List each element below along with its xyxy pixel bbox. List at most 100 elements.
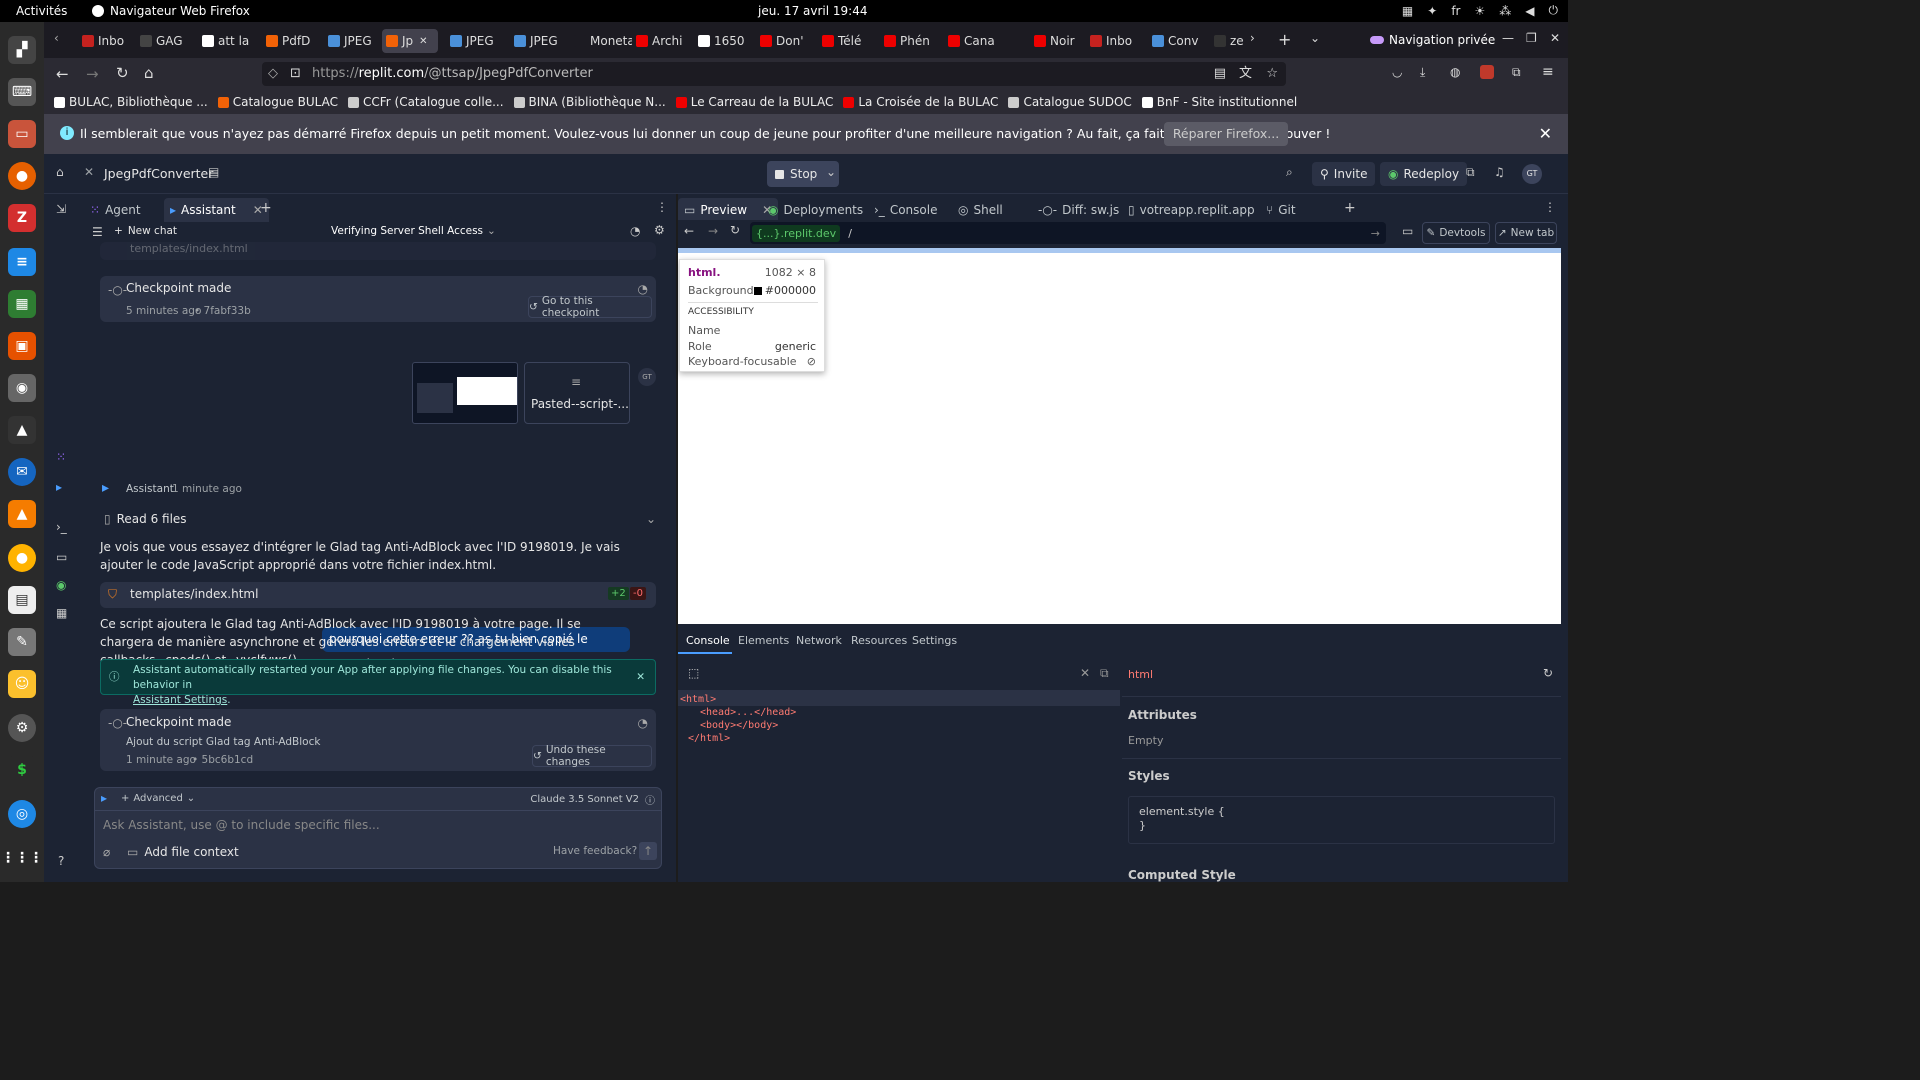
browser-tab[interactable]: Télé	[822, 29, 878, 53]
advanced-toggle[interactable]: + Advanced ⌄	[121, 793, 195, 804]
bookmark-item[interactable]: CCFr (Catalogue colle...	[347, 95, 504, 109]
panel-menu-icon[interactable]: ⋮	[1544, 200, 1556, 214]
url-input[interactable]: ◇ ⊡ https://replit.com/@ttsap/JpegPdfCon…	[262, 62, 1286, 86]
browser-tab[interactable]: att la	[202, 29, 260, 53]
bookmark-item[interactable]: BINA (Bibliothèque N...	[513, 95, 666, 109]
all-tools-icon[interactable]: ▦	[56, 606, 67, 620]
pasted-script-attachment[interactable]: ≡ Pasted--script-...	[524, 362, 630, 424]
thunderbird-icon[interactable]: ✉	[8, 458, 36, 486]
chat-list-icon[interactable]: ☰	[92, 225, 103, 239]
gimp-icon[interactable]: ◉	[8, 374, 36, 402]
shell-icon[interactable]: ›_	[56, 520, 67, 534]
browser-tab[interactable]: ze	[1214, 29, 1244, 53]
browser-tab[interactable]: Conv	[1152, 29, 1208, 53]
settings-gear-icon[interactable]: ⚙	[654, 223, 665, 237]
run-options-icon[interactable]: ⌄	[826, 165, 836, 179]
devtab-network[interactable]: Network	[796, 634, 842, 647]
close-tab-icon[interactable]: ✕	[419, 36, 427, 47]
app-menu[interactable]: Navigateur Web Firefox	[92, 4, 250, 18]
browser-tab[interactable]: JPEG	[450, 29, 506, 53]
bookmark-item[interactable]: BULAC, Bibliothèque ...	[54, 95, 208, 109]
devtab-console[interactable]: Console	[686, 634, 730, 647]
close-notification-icon[interactable]: ✕	[1539, 124, 1552, 143]
style-rule[interactable]: element.style { }	[1128, 796, 1555, 844]
sidebar-toggle-icon[interactable]: ⇲	[56, 202, 66, 216]
device-icon[interactable]: ▭	[1402, 224, 1413, 238]
browser-tab[interactable]: Inbo	[82, 29, 136, 53]
account-icon[interactable]: ◍	[1450, 65, 1460, 79]
selected-node-row[interactable]	[678, 690, 1120, 706]
tab-agent[interactable]: ⁙ Agent	[90, 198, 141, 222]
undo-changes-button[interactable]: ↺ Undo these changes	[532, 744, 652, 768]
read-files-toggle[interactable]: ▯ Read 6 files ⌄	[104, 512, 656, 526]
chrome-icon[interactable]: ◎	[8, 800, 36, 828]
reload-icon[interactable]: ↻	[730, 223, 740, 237]
panel-menu-icon[interactable]: ⋮	[656, 200, 668, 214]
paperclip-icon[interactable]: ⌀	[103, 845, 110, 859]
menu-icon[interactable]: ≡	[1542, 64, 1554, 80]
browser-tab[interactable]: JPEG	[514, 29, 570, 53]
workspace-icon[interactable]: ▞	[8, 36, 36, 64]
show-apps-icon[interactable]: ⋮⋮⋮	[1, 844, 43, 872]
rollback-icon[interactable]: ◔	[638, 716, 648, 730]
agent-icon[interactable]: ⁙	[56, 450, 66, 464]
bookmark-item[interactable]: Le Carreau de la BULAC	[675, 95, 833, 109]
tab-scroll-left-icon[interactable]: ‹	[54, 31, 59, 45]
system-tray[interactable]: ▦ ✦ fr ☀ ⁂ ◀ ⏻	[1402, 3, 1558, 18]
assistant-settings-link[interactable]: Assistant Settings	[133, 694, 227, 706]
rollback-icon[interactable]: ◔	[638, 282, 648, 296]
go-to-checkpoint-button[interactable]: ↺ Go to this checkpoint	[528, 295, 652, 319]
browser-tab[interactable]: Don'	[760, 29, 816, 53]
folder-icon[interactable]: ▭	[8, 120, 36, 148]
bookmark-star-icon[interactable]: ☆	[1266, 62, 1278, 86]
notifications-icon[interactable]: ♫	[1494, 165, 1505, 179]
assistant-icon[interactable]: ▸	[56, 480, 62, 494]
home-icon[interactable]: ⌂	[56, 165, 64, 179]
bookmark-item[interactable]: Catalogue SUDOC	[1008, 95, 1132, 109]
tab-scroll-right-icon[interactable]: ›	[1250, 31, 1255, 45]
go-icon[interactable]: →	[1371, 227, 1380, 240]
bookmark-item[interactable]: Catalogue BULAC	[217, 95, 338, 109]
tab-assistant[interactable]: ▸ Assistant ✕	[164, 198, 269, 222]
vlc-icon[interactable]: ▲	[8, 500, 36, 528]
preview-icon[interactable]: ▭	[56, 550, 67, 564]
close-banner-icon[interactable]: ✕	[636, 670, 645, 685]
refresh-icon[interactable]: ↻	[1543, 666, 1553, 680]
browser-tab[interactable]: Moneta	[574, 29, 632, 53]
inspect-element-icon[interactable]: ⬚	[688, 666, 699, 680]
editor-icon[interactable]: ✎	[8, 628, 36, 656]
new-tab-button[interactable]: ↗ New tab	[1495, 222, 1557, 244]
app-icon[interactable]: ●	[8, 544, 36, 572]
chat-input[interactable]: Ask Assistant, use @ to include specific…	[103, 818, 380, 832]
browser-tab[interactable]: Noir	[1034, 29, 1086, 53]
reader-icon[interactable]: ▤	[8, 586, 36, 614]
browser-tab[interactable]: PdfD	[266, 29, 322, 53]
clock[interactable]: jeu. 17 avril 19:44	[758, 4, 868, 18]
chat-title[interactable]: Verifying Server Shell Access ⌄	[331, 225, 496, 237]
pocket-icon[interactable]: ◡	[1392, 65, 1402, 79]
add-tab-icon[interactable]: +	[260, 200, 272, 216]
maximize-icon[interactable]: ❐	[1526, 31, 1537, 45]
impress-icon[interactable]: ▣	[8, 332, 36, 360]
bookmark-item[interactable]: La Croisée de la BULAC	[843, 95, 998, 109]
calc-icon[interactable]: ▦	[8, 290, 36, 318]
file-change-card[interactable]: ⛉ templates/index.html +2 -0	[100, 582, 656, 608]
project-info-icon[interactable]: ▤	[208, 165, 219, 179]
ublock-icon[interactable]	[1480, 65, 1494, 79]
downloads-icon[interactable]: ⤓	[1420, 65, 1425, 80]
clear-icon[interactable]: ✕	[1080, 666, 1090, 680]
invite-button[interactable]: ⚲ Invite	[1312, 162, 1376, 186]
browser-tab[interactable]: Phén	[884, 29, 942, 53]
multiplayer-icon[interactable]: ⧉	[1466, 165, 1475, 180]
translate-icon[interactable]: 文	[1239, 62, 1252, 86]
minimize-icon[interactable]: —	[1502, 31, 1514, 45]
tab-diff[interactable]: -○- Diff: sw.js	[1038, 198, 1119, 222]
forward-icon[interactable]: →	[86, 65, 99, 83]
language-indicator[interactable]: fr	[1451, 4, 1460, 18]
reader-view-icon[interactable]: ▤	[1214, 62, 1226, 86]
add-tab-icon[interactable]: +	[1344, 200, 1356, 216]
browser-tab[interactable]: JPEG	[328, 29, 378, 53]
list-tabs-icon[interactable]: ⌄	[1310, 31, 1320, 45]
feedback-link[interactable]: Have feedback?	[553, 845, 637, 857]
zotero-icon[interactable]: Z	[8, 204, 36, 232]
